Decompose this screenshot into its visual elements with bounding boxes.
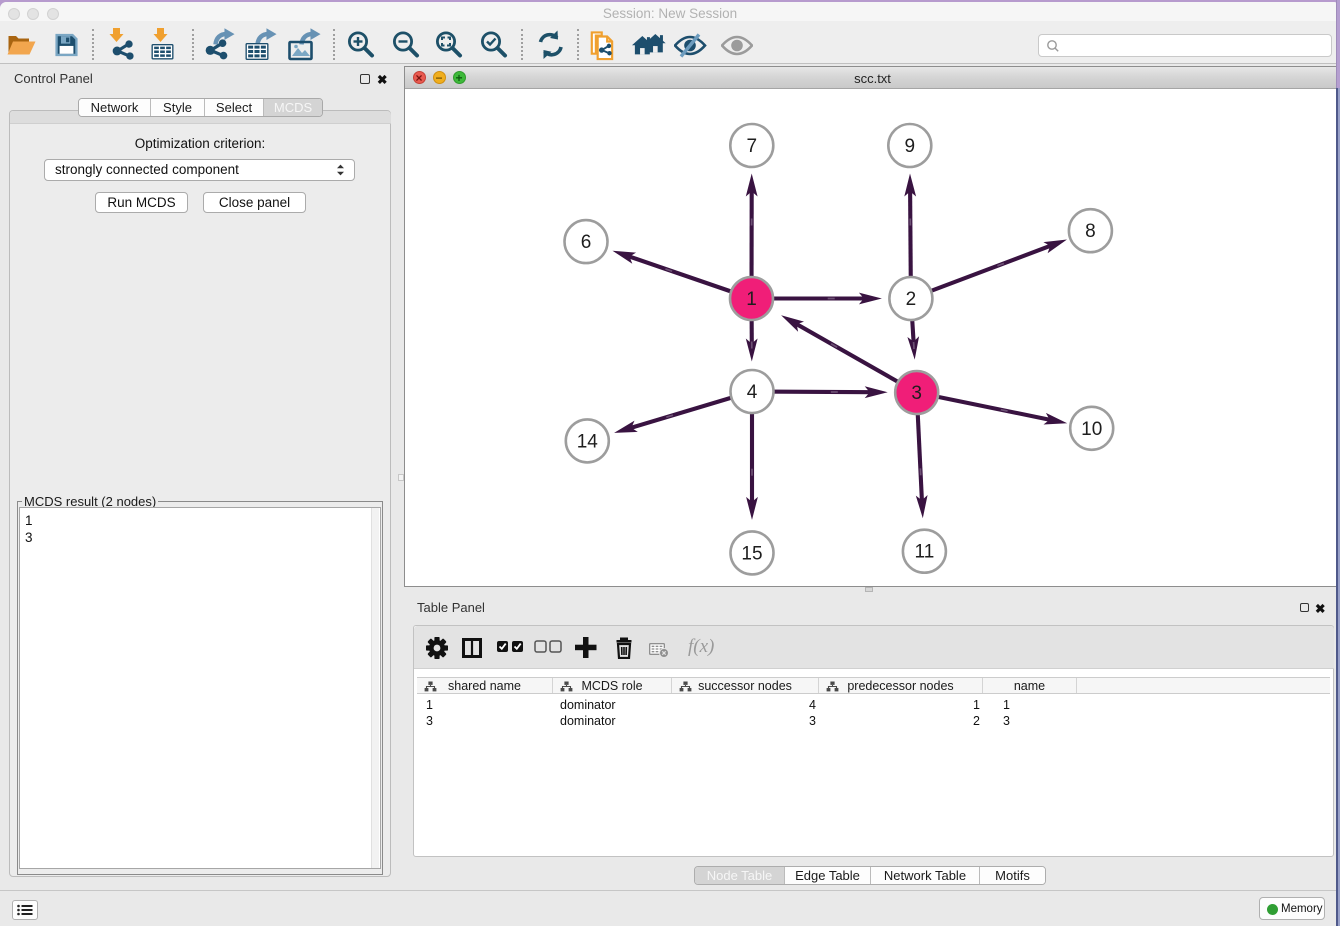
svg-text:14: 14 bbox=[577, 431, 599, 452]
svg-text:1: 1 bbox=[746, 289, 757, 310]
svg-text:11: 11 bbox=[915, 542, 935, 563]
svg-text:15: 15 bbox=[741, 543, 762, 564]
svg-text:9: 9 bbox=[905, 136, 916, 157]
svg-text:7: 7 bbox=[747, 136, 758, 157]
svg-text:10: 10 bbox=[1081, 419, 1102, 440]
svg-text:6: 6 bbox=[581, 232, 592, 253]
svg-text:8: 8 bbox=[1085, 221, 1096, 242]
svg-text:2: 2 bbox=[906, 289, 917, 310]
svg-text:4: 4 bbox=[747, 382, 758, 403]
svg-text:3: 3 bbox=[911, 383, 922, 404]
